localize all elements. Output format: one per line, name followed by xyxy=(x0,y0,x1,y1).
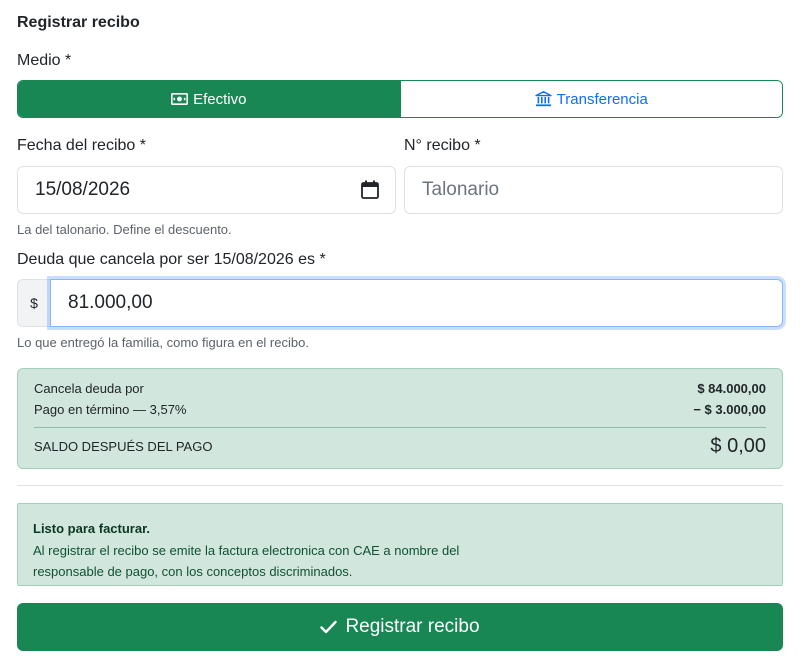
submit-label: Registrar recibo xyxy=(345,616,480,637)
alert-title: Listo para facturar. xyxy=(33,521,151,536)
payment-summary: Cancela deuda por $ 84.000,00 Pago en té… xyxy=(17,368,783,469)
nro-recibo-label: N° recibo * xyxy=(404,137,481,154)
deuda-value: 81.000,00 xyxy=(68,292,153,313)
fecha-value: 15/08/2026 xyxy=(35,179,131,200)
cash-icon xyxy=(171,93,189,105)
summary-total-value: $ 0,00 xyxy=(710,435,766,457)
summary-divider xyxy=(34,427,766,428)
summary-row-label: Pago en término — 3,57% xyxy=(34,402,187,417)
divider xyxy=(17,485,783,486)
nro-recibo-input[interactable]: Talonario xyxy=(404,166,783,214)
bank-icon xyxy=(534,91,552,107)
medio-selector: Efectivo Transferencia xyxy=(17,80,783,118)
calendar-icon[interactable] xyxy=(361,180,379,205)
fecha-input[interactable]: 15/08/2026 xyxy=(17,166,396,214)
section-title: Registrar recibo xyxy=(17,14,140,31)
fecha-label: Fecha del recibo * xyxy=(17,137,146,154)
summary-row-value: − $ 3.000,00 xyxy=(693,402,766,417)
currency-addon: $ xyxy=(17,279,50,327)
summary-total: SALDO DESPUÉS DEL PAGO $ 0,00 xyxy=(34,435,766,458)
medio-option-label: Efectivo xyxy=(193,90,247,108)
registrar-recibo-button[interactable]: Registrar recibo xyxy=(17,603,783,651)
alert-text: Al registrar el recibo se emite la factu… xyxy=(33,543,460,579)
medio-option-efectivo[interactable]: Efectivo xyxy=(18,81,400,117)
summary-row-deuda: Cancela deuda por $ 84.000,00 xyxy=(34,381,766,396)
summary-row-descuento: Pago en término — 3,57% − $ 3.000,00 xyxy=(34,402,766,417)
nro-recibo-placeholder: Talonario xyxy=(422,179,500,200)
fecha-help: La del talonario. Define el descuento. xyxy=(17,222,232,237)
summary-total-label: SALDO DESPUÉS DEL PAGO xyxy=(34,439,213,454)
medio-label: Medio * xyxy=(17,52,72,69)
deuda-input[interactable]: 81.000,00 xyxy=(50,279,783,327)
check-icon xyxy=(320,620,338,634)
invoice-ready-alert: Listo para facturar. Al registrar el rec… xyxy=(17,503,783,586)
medio-option-transferencia[interactable]: Transferencia xyxy=(399,81,782,117)
summary-row-label: Cancela deuda por xyxy=(34,381,144,396)
deuda-help: Lo que entregó la familia, como figura e… xyxy=(17,335,309,350)
deuda-label: Deuda que cancela por ser 15/08/2026 es … xyxy=(17,251,326,268)
summary-row-value: $ 84.000,00 xyxy=(697,381,766,396)
medio-option-label: Transferencia xyxy=(556,90,648,108)
